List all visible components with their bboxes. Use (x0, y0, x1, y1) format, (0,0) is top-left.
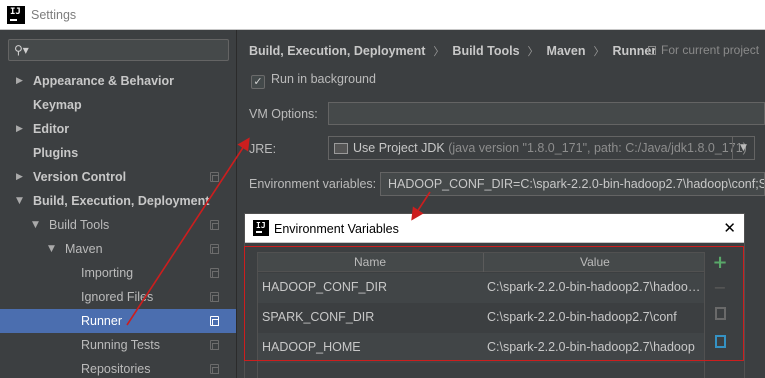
sidebar-item-importing[interactable]: Importing (0, 261, 236, 285)
jre-detail: (java version "1.8.0_171", path: C:/Java… (448, 141, 747, 155)
settings-sidebar: ⚲▾ ▶ Appearance & Behavior Keymap ▶ Editor Pl… (0, 30, 237, 378)
sidebar-item-label: Appearance & Behavior (33, 74, 175, 88)
chevron-down-icon[interactable]: ▼ (732, 137, 754, 159)
env-name-cell[interactable]: SPARK_CONF_DIR (262, 310, 374, 324)
table-row[interactable]: HADOOP_HOME C:\spark-2.2.0-bin-hadoop2.7… (258, 333, 704, 363)
run-in-background-checkbox[interactable]: ✓ Run in background (251, 72, 376, 89)
copy-icon (210, 340, 219, 350)
dialog-titlebar: IJ Environment Variables ✕ (245, 214, 744, 243)
copy-icon (210, 316, 219, 326)
table-row[interactable]: SPARK_CONF_DIR C:\spark-2.2.0-bin-hadoop… (258, 303, 704, 333)
sidebar-item-label: Importing (81, 266, 134, 280)
environment-variables-dialog: IJ Environment Variables ✕ Name Value HA… (244, 213, 745, 378)
scope-label: For current project (661, 43, 760, 57)
intellij-logo-icon: IJ (7, 6, 25, 24)
sidebar-item-runner[interactable]: Runner (0, 309, 236, 333)
sidebar-item-label: Repositories (81, 362, 151, 376)
sidebar-item-label: Ignored Files (81, 290, 154, 304)
close-icon[interactable]: ✕ (723, 219, 736, 237)
copy-icon (210, 172, 219, 182)
env-value-cell[interactable]: C:\spark-2.2.0-bin-hadoop2.7\conf (487, 310, 704, 324)
env-variables-input[interactable]: HADOOP_CONF_DIR=C:\spark-2.2.0-bin-hadoo… (380, 172, 765, 196)
column-header-value[interactable]: Value (580, 255, 610, 269)
jre-select[interactable]: Use Project JDK (java version "1.8.0_171… (328, 136, 755, 160)
sidebar-item-maven[interactable]: ▼ Maven (0, 237, 236, 261)
copy-icon (210, 244, 219, 254)
sidebar-item-label: Editor (33, 122, 70, 136)
env-name-cell[interactable]: HADOOP_CONF_DIR (262, 280, 387, 294)
copy-icon (210, 364, 219, 374)
sidebar-item-label: Build, Execution, Deployment (33, 194, 210, 208)
sidebar-item-label: Running Tests (81, 338, 160, 352)
sidebar-item-label: Plugins (33, 146, 79, 160)
sidebar-item-version-control[interactable]: ▶ Version Control (0, 165, 236, 189)
env-variables-label: Environment variables: (249, 177, 377, 191)
chevron-right-icon[interactable]: ▶ (16, 117, 23, 141)
scope-indicator: For current project (648, 43, 759, 57)
chevron-right-icon[interactable]: ▶ (16, 165, 23, 189)
env-variables-table: Name Value HADOOP_CONF_DIR C:\spark-2.2.… (257, 252, 705, 378)
env-value-cell[interactable]: C:\spark-2.2.0-bin-hadoop2.7\hadoop\... (487, 280, 704, 294)
sidebar-item-label: Maven (65, 242, 103, 256)
table-header: Name Value (258, 253, 704, 272)
sidebar-item-build-execution-deployment[interactable]: ▼ Build, Execution, Deployment (0, 189, 236, 213)
chevron-down-icon[interactable]: ▼ (32, 213, 39, 237)
settings-search-input[interactable]: ⚲▾ (8, 39, 229, 61)
sidebar-item-appearance-behavior[interactable]: ▶ Appearance & Behavior (0, 69, 236, 93)
intellij-logo-icon: IJ (253, 220, 269, 236)
sidebar-item-label: Version Control (33, 170, 127, 184)
dialog-body: Name Value HADOOP_CONF_DIR C:\spark-2.2.… (245, 244, 744, 378)
env-value-cell[interactable]: C:\spark-2.2.0-bin-hadoop2.7\hadoop (487, 340, 704, 354)
jre-value: Use Project JDK (353, 141, 445, 155)
column-header-name[interactable]: Name (354, 255, 386, 269)
chevron-down-icon[interactable]: ▼ (48, 237, 55, 261)
remove-icon[interactable]: − (711, 279, 729, 297)
copy-icon (210, 220, 219, 230)
breadcrumb: Build, Execution, Deployment 〉 Build Tools… (249, 44, 657, 58)
table-row[interactable]: HADOOP_CONF_DIR C:\spark-2.2.0-bin-hadoo… (258, 273, 704, 303)
sidebar-item-build-tools[interactable]: ▼ Build Tools (0, 213, 236, 237)
sidebar-item-label: Keymap (33, 98, 82, 112)
copy-icon (210, 292, 219, 302)
dialog-title: Environment Variables (274, 222, 399, 236)
breadcrumb-item: Build Tools (452, 44, 520, 58)
jre-label: JRE: (249, 142, 277, 156)
run-in-background-label: Run in background (271, 72, 376, 86)
add-icon[interactable]: + (711, 254, 729, 272)
search-icon: ⚲▾ (14, 43, 29, 57)
sidebar-item-ignored-files[interactable]: Ignored Files (0, 285, 236, 309)
sidebar-item-label: Build Tools (49, 218, 110, 232)
checkmark-icon: ✓ (251, 75, 265, 89)
sidebar-item-label: Runner (81, 314, 122, 328)
sidebar-item-keymap[interactable]: Keymap (0, 93, 236, 117)
sidebar-item-repositories[interactable]: Repositories (0, 357, 236, 378)
sidebar-item-running-tests[interactable]: Running Tests (0, 333, 236, 357)
copy-icon (210, 268, 219, 278)
window-title: Settings (31, 8, 77, 22)
paste-icon[interactable] (711, 333, 729, 351)
chevron-down-icon[interactable]: ▼ (16, 189, 23, 213)
vm-options-label: VM Options: (249, 107, 318, 121)
sidebar-item-editor[interactable]: ▶ Editor (0, 117, 236, 141)
copy-icon (648, 46, 656, 55)
env-name-cell[interactable]: HADOOP_HOME (262, 340, 361, 354)
breadcrumb-item: Build, Execution, Deployment (249, 44, 426, 58)
breadcrumb-item: Maven (546, 44, 586, 58)
window-titlebar: IJ Settings (0, 0, 765, 30)
copy-icon[interactable] (711, 305, 729, 323)
sidebar-item-plugins[interactable]: Plugins (0, 141, 236, 165)
folder-icon (334, 143, 348, 154)
chevron-right-icon[interactable]: ▶ (16, 69, 23, 93)
vm-options-input[interactable] (328, 102, 765, 125)
